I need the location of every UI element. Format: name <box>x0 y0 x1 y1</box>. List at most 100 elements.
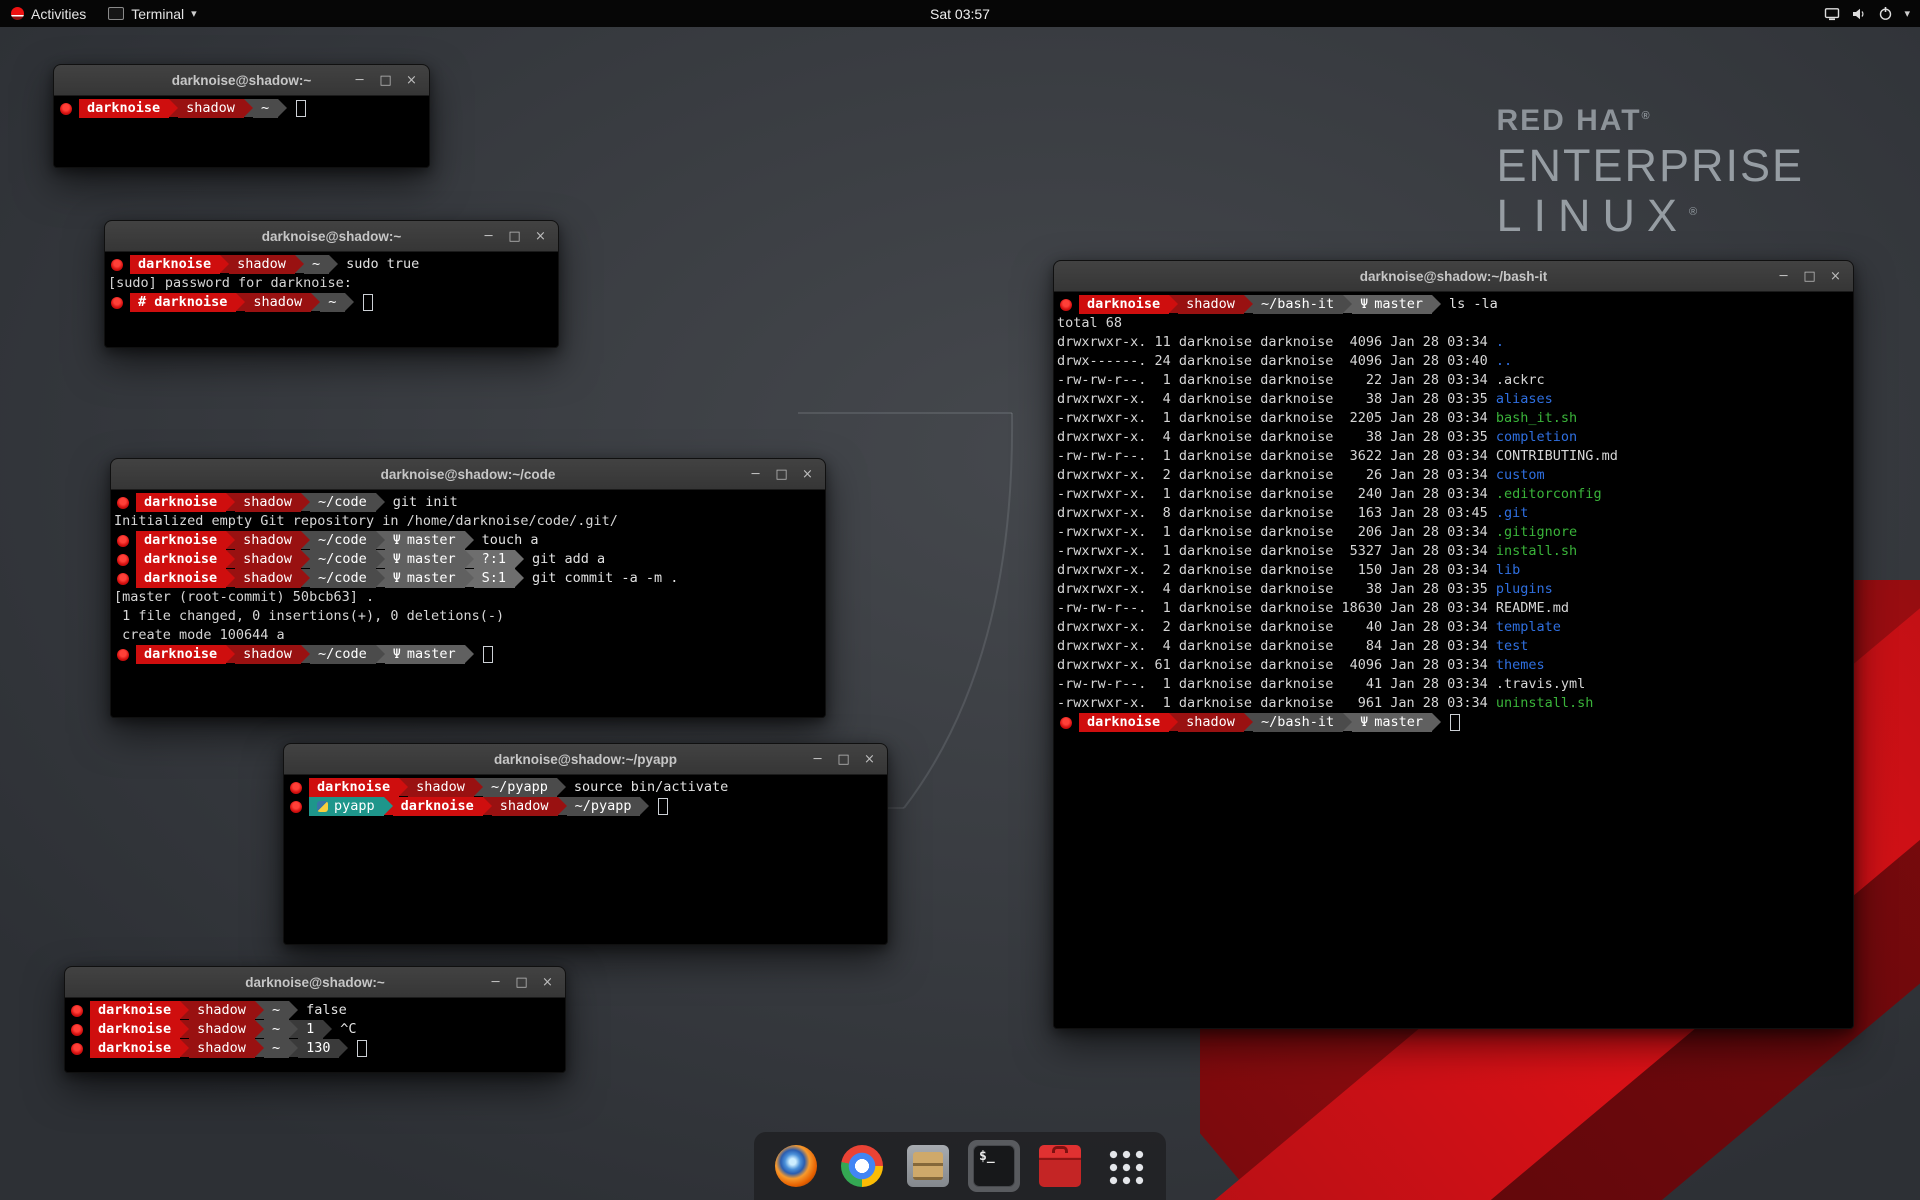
terminal-content[interactable]: darknoiseshadow~/bash-itΨmaster ls -latot… <box>1054 292 1853 1028</box>
command-text: ls -la <box>1449 295 1498 314</box>
dock-app-grid[interactable] <box>1100 1141 1150 1191</box>
maximize-button[interactable]: □ <box>510 971 533 994</box>
minimize-button[interactable]: ─ <box>744 463 767 486</box>
terminal-window[interactable]: darknoise@shadow:~ ─ □ × darknoiseshadow… <box>53 64 430 168</box>
clock[interactable]: Sat 03:57 <box>924 0 996 27</box>
powerline-separator <box>289 1020 298 1038</box>
terminal-line: create mode 100644 a <box>114 626 823 645</box>
powerline-separator <box>301 531 310 549</box>
powerline-separator <box>1169 295 1178 313</box>
window-titlebar[interactable]: darknoise@shadow:~ ─ □ × <box>54 65 429 96</box>
window-titlebar[interactable]: darknoise@shadow:~/code ─ □ × <box>111 459 825 490</box>
chevron-down-icon: ▾ <box>1904 7 1910 20</box>
terminal-line: -rw-rw-r--. 1 darknoise darknoise 18630 … <box>1057 599 1851 618</box>
terminal-content[interactable]: darknoiseshadow~ <box>54 96 429 167</box>
window-title: darknoise@shadow:~/pyapp <box>284 752 887 767</box>
terminal-line: darknoiseshadow~/codeΨmastertouch a <box>114 531 823 550</box>
powerline-separator <box>376 550 385 568</box>
powerline-separator <box>465 569 474 587</box>
window-titlebar[interactable]: darknoise@shadow:~/pyapp ─ □ × <box>284 744 887 775</box>
window-titlebar[interactable]: darknoise@shadow:~ ─ □ × <box>65 967 565 998</box>
dock-firefox[interactable] <box>770 1140 822 1192</box>
window-title: darknoise@shadow:~/code <box>111 467 825 482</box>
minimize-button[interactable]: ─ <box>477 225 500 248</box>
maximize-button[interactable]: □ <box>770 463 793 486</box>
maximize-button[interactable]: □ <box>374 69 397 92</box>
minimize-button[interactable]: ─ <box>484 971 507 994</box>
prompt-segment-git: Ψmaster <box>385 569 465 588</box>
prompt-segment-path: ~ <box>253 99 278 118</box>
powerline-separator <box>1244 713 1253 731</box>
terminal-line: drwxrwxr-x. 4 darknoise darknoise 38 Jan… <box>1057 580 1851 599</box>
powerline-separator <box>226 569 235 587</box>
command-text: git commit -a -m . <box>532 569 678 588</box>
terminal-line: drwxrwxr-x. 8 darknoise darknoise 163 Ja… <box>1057 504 1851 523</box>
dock-toolbox[interactable] <box>1034 1140 1086 1192</box>
close-button[interactable]: × <box>796 463 819 486</box>
close-button[interactable]: × <box>400 69 423 92</box>
maximize-button[interactable]: □ <box>832 748 855 771</box>
prompt-segment-path: ~/code <box>310 550 376 569</box>
powerline-separator <box>376 531 385 549</box>
terminal-content[interactable]: darknoiseshadow~/pyappsource bin/activat… <box>284 775 887 944</box>
command-text: sudo true <box>346 255 419 274</box>
redhat-icon <box>111 259 123 271</box>
activities-button[interactable]: Activities <box>0 0 97 27</box>
powerline-separator <box>244 99 253 117</box>
terminal-line: total 68 <box>1057 314 1851 333</box>
terminal-window[interactable]: darknoise@shadow:~ ─ □ × darknoiseshadow… <box>64 966 566 1073</box>
close-button[interactable]: × <box>529 225 552 248</box>
window-titlebar[interactable]: darknoise@shadow:~ ─ □ × <box>105 221 558 252</box>
output-text: create mode 100644 a <box>114 626 285 645</box>
terminal-content[interactable]: darknoiseshadow~falsedarknoiseshadow~1^C… <box>65 998 565 1072</box>
prompt-segment-path: ~/code <box>310 493 376 512</box>
powerline-separator <box>483 797 492 815</box>
powerline-separator <box>465 531 474 549</box>
dock-file-manager[interactable] <box>902 1140 954 1192</box>
terminal-content[interactable]: darknoiseshadow~sudo true[sudo] password… <box>105 252 558 347</box>
branch-icon: Ψ <box>393 550 401 569</box>
prompt-segment-host: shadow <box>1178 295 1244 314</box>
prompt-segment-host: shadow <box>235 569 301 588</box>
terminal-window[interactable]: darknoise@shadow:~/pyapp ─ □ × darknoise… <box>283 743 888 945</box>
terminal-line: drwxrwxr-x. 4 darknoise darknoise 38 Jan… <box>1057 428 1851 447</box>
window-titlebar[interactable]: darknoise@shadow:~/bash-it ─ □ × <box>1054 261 1853 292</box>
window-controls: ─ □ × <box>348 69 423 92</box>
branding-linux: LINUX® <box>1496 190 1804 242</box>
close-button[interactable]: × <box>536 971 559 994</box>
terminal-line: [sudo] password for darknoise: <box>108 274 556 293</box>
terminal-line: -rwxrwxr-x. 1 darknoise darknoise 961 Ja… <box>1057 694 1851 713</box>
powerline-separator <box>180 1020 189 1038</box>
minimize-button[interactable]: ─ <box>1772 265 1795 288</box>
maximize-button[interactable]: □ <box>1798 265 1821 288</box>
branding-redhat: RED HAT® <box>1496 104 1804 138</box>
powerline-separator <box>640 797 649 815</box>
power-icon <box>1878 6 1893 21</box>
system-status-area[interactable]: ▾ <box>1824 6 1920 21</box>
close-button[interactable]: × <box>1824 265 1847 288</box>
app-menu-terminal[interactable]: Terminal ▾ <box>97 0 207 27</box>
terminal-window[interactable]: darknoise@shadow:~/code ─ □ × darknoises… <box>110 458 826 718</box>
powerline-separator <box>323 1020 332 1038</box>
redhat-icon <box>1060 717 1072 729</box>
display-icon <box>1824 7 1840 21</box>
dock-chrome[interactable] <box>836 1140 888 1192</box>
close-button[interactable]: × <box>858 748 881 771</box>
terminal-line: drwxrwxr-x. 4 darknoise darknoise 84 Jan… <box>1057 637 1851 656</box>
window-controls: ─ □ × <box>744 463 819 486</box>
prompt-segment-user: # darknoise <box>130 293 236 312</box>
prompt-segment-path: ~ <box>264 1039 289 1058</box>
terminal-content[interactable]: darknoiseshadow~/codegit initInitialized… <box>111 490 825 717</box>
terminal-cursor <box>1450 714 1460 731</box>
output-text: 1 file changed, 0 insertions(+), 0 delet… <box>114 607 504 626</box>
dock-terminal[interactable] <box>968 1140 1020 1192</box>
file-name: . <box>1496 333 1504 352</box>
terminal-line: darknoiseshadow~/bash-itΨmaster <box>1057 713 1851 732</box>
terminal-line: drwxrwxr-x. 2 darknoise darknoise 40 Jan… <box>1057 618 1851 637</box>
output-text: -rwxrwxr-x. 1 darknoise darknoise 2205 J… <box>1057 409 1496 428</box>
maximize-button[interactable]: □ <box>503 225 526 248</box>
minimize-button[interactable]: ─ <box>348 69 371 92</box>
terminal-window[interactable]: darknoise@shadow:~/bash-it ─ □ × darknoi… <box>1053 260 1854 1029</box>
terminal-window[interactable]: darknoise@shadow:~ ─ □ × darknoiseshadow… <box>104 220 559 348</box>
minimize-button[interactable]: ─ <box>806 748 829 771</box>
